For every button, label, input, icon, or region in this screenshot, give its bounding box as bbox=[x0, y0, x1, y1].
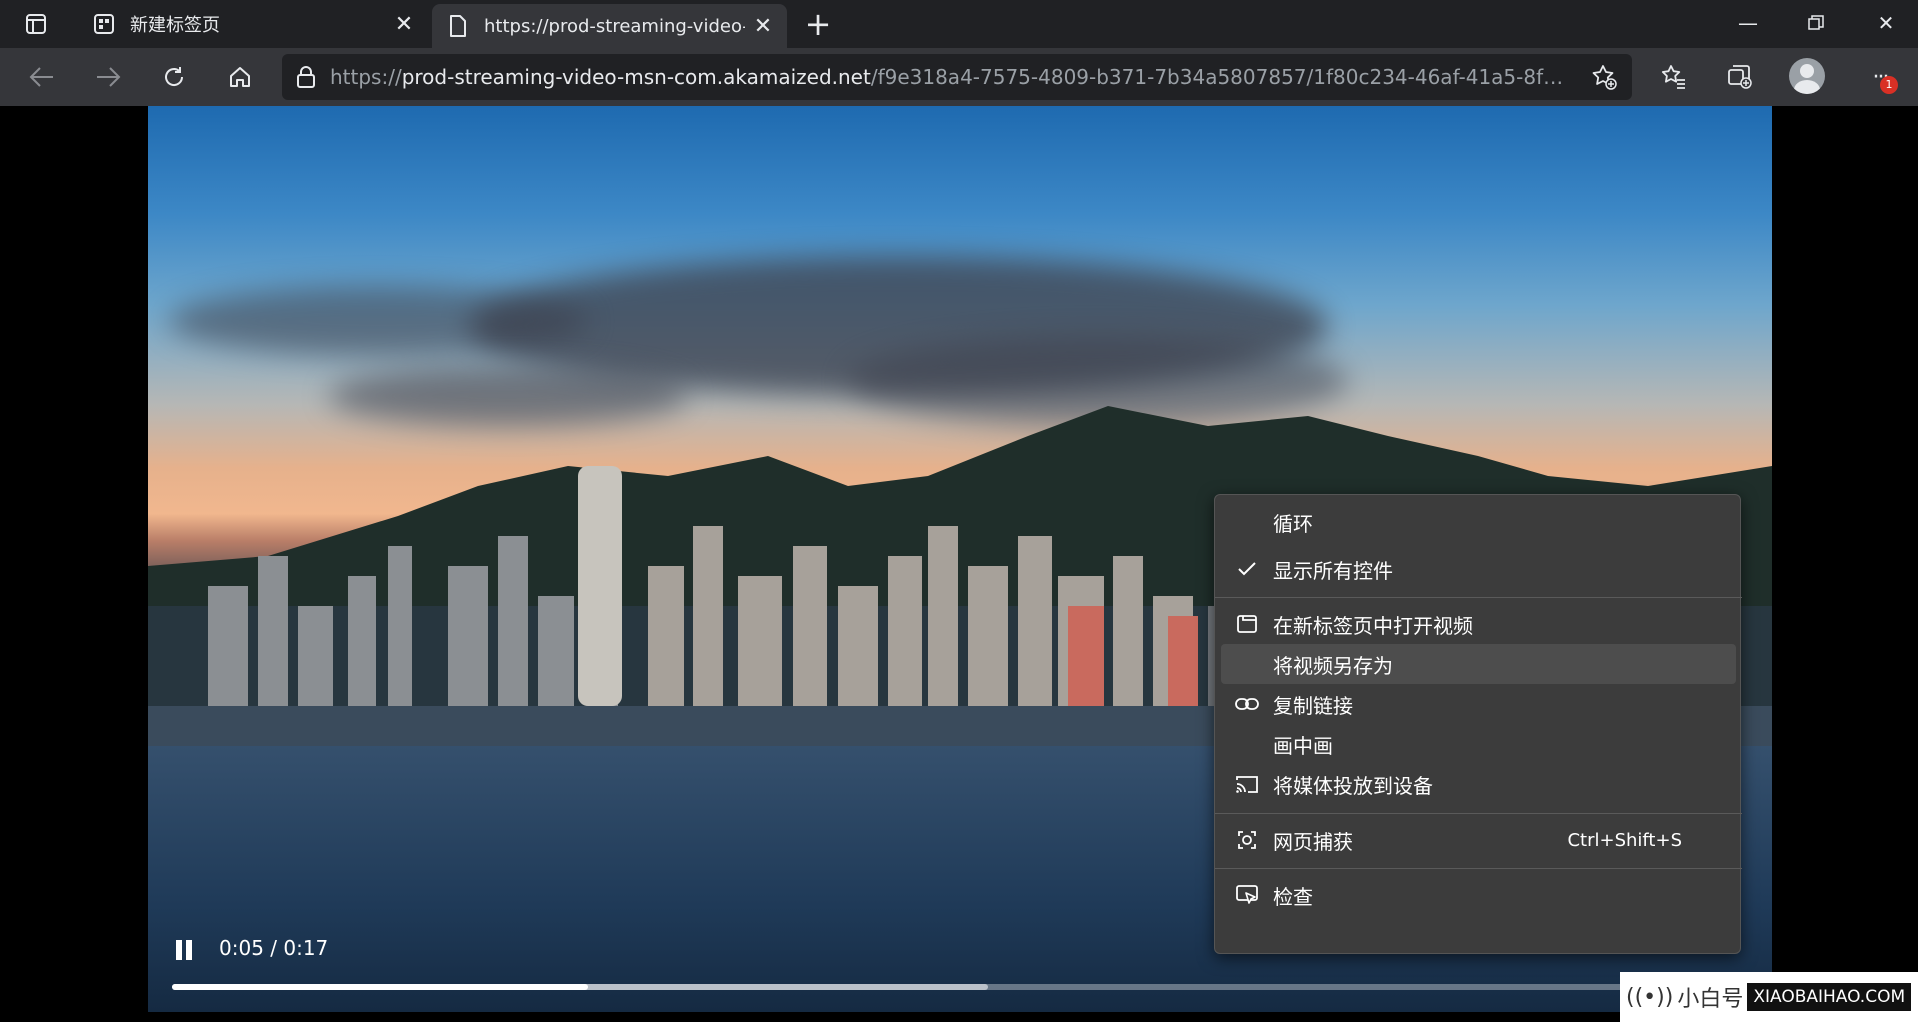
menu-item-loop[interactable]: 循环 bbox=[1221, 502, 1736, 542]
tab-title: 新建标签页 bbox=[130, 15, 220, 36]
lock-icon[interactable] bbox=[282, 65, 330, 89]
menu-item-label: 检查 bbox=[1273, 884, 1313, 909]
document-icon bbox=[446, 14, 470, 38]
address-bar[interactable]: https://prod-streaming-video-msn-com.aka… bbox=[282, 54, 1632, 100]
tab-close-icon[interactable]: ✕ bbox=[745, 8, 781, 44]
home-button[interactable] bbox=[220, 57, 260, 97]
add-favorite-icon[interactable] bbox=[1588, 61, 1620, 93]
open-tab-icon bbox=[1221, 613, 1273, 635]
menu-item-web-capture[interactable]: 网页捕获 Ctrl+Shift+S bbox=[1221, 820, 1736, 860]
restore-icon bbox=[1808, 15, 1824, 30]
forward-button[interactable] bbox=[88, 57, 128, 97]
menu-item-shortcut: Ctrl+Shift+S bbox=[1567, 829, 1682, 851]
menu-separator bbox=[1215, 868, 1742, 869]
menu-item-copy-link[interactable]: 复制链接 bbox=[1221, 684, 1736, 724]
close-window-button[interactable]: ✕ bbox=[1858, 0, 1914, 46]
link-icon bbox=[1221, 697, 1273, 711]
collections-icon bbox=[1728, 65, 1752, 89]
tab-new-tab[interactable]: 新建标签页 ✕ bbox=[78, 0, 428, 48]
tab-actions-button[interactable] bbox=[0, 0, 72, 48]
menu-item-picture-in-picture[interactable]: 画中画 bbox=[1221, 724, 1736, 764]
newtab-page-icon bbox=[92, 12, 116, 36]
restore-button[interactable] bbox=[1788, 0, 1844, 46]
seek-bar[interactable] bbox=[172, 984, 1772, 990]
menu-separator bbox=[1215, 597, 1742, 598]
url-host: prod-streaming-video-msn-com.akamaized.n… bbox=[401, 65, 871, 89]
menu-item-label: 循环 bbox=[1273, 511, 1313, 536]
time-display: 0:05 / 0:17 bbox=[219, 936, 329, 960]
watermark-brand: 小白号 bbox=[1677, 987, 1744, 1012]
menu-item-open-video-new-tab[interactable]: 在新标签页中打开视频 bbox=[1221, 604, 1736, 644]
url-path: /f9e318a4-7575-4809-b371-7b34a5807857/1f… bbox=[870, 65, 1570, 89]
tab-title: https://prod-streaming-video-m bbox=[484, 15, 745, 37]
played-bar bbox=[172, 984, 588, 990]
menu-item-label: 在新标签页中打开视频 bbox=[1273, 613, 1473, 638]
menu-item-show-all-controls[interactable]: 显示所有控件 bbox=[1221, 549, 1736, 589]
watermark-site: XIAOBAIHAO.COM bbox=[1747, 983, 1912, 1011]
watermark-logo: ((•)) 小白号 XIAOBAIHAO.COM bbox=[1620, 972, 1918, 1022]
menu-item-cast-media[interactable]: 将媒体投放到设备 bbox=[1221, 764, 1736, 804]
inspect-icon bbox=[1221, 884, 1273, 906]
check-icon bbox=[1221, 562, 1273, 576]
menu-item-inspect[interactable]: 检查 bbox=[1221, 875, 1736, 915]
profile-avatar[interactable] bbox=[1789, 58, 1825, 94]
collections-button[interactable] bbox=[1720, 57, 1760, 97]
back-button[interactable] bbox=[22, 57, 62, 97]
home-icon bbox=[230, 67, 250, 87]
forward-arrow-icon bbox=[97, 67, 121, 87]
tab-close-icon[interactable]: ✕ bbox=[386, 6, 422, 42]
favorites-button[interactable] bbox=[1654, 57, 1694, 97]
notification-badge: 1 bbox=[1880, 76, 1898, 94]
back-arrow-icon bbox=[29, 67, 53, 87]
favorites-icon bbox=[1661, 65, 1685, 89]
menu-separator bbox=[1215, 813, 1742, 814]
url-text[interactable]: https://prod-streaming-video-msn-com.aka… bbox=[330, 65, 1570, 89]
menu-item-label: 复制链接 bbox=[1273, 693, 1353, 718]
cast-icon bbox=[1221, 774, 1273, 794]
menu-item-label: 显示所有控件 bbox=[1273, 558, 1393, 583]
pause-button[interactable] bbox=[174, 940, 194, 962]
tower-shape bbox=[578, 466, 622, 706]
menu-item-save-video-as[interactable]: 将视频另存为 bbox=[1221, 644, 1736, 684]
tab-actions-icon bbox=[26, 14, 46, 34]
web-capture-icon bbox=[1221, 828, 1273, 852]
broadcast-icon: ((•)) bbox=[1626, 984, 1674, 1010]
menu-item-label: 将媒体投放到设备 bbox=[1273, 773, 1433, 798]
url-prefix: https:// bbox=[330, 65, 402, 89]
menu-item-label: 将视频另存为 bbox=[1273, 653, 1393, 678]
new-tab-button[interactable]: + bbox=[800, 8, 836, 44]
video-context-menu: 循环 显示所有控件 在新标签页中打开视频 将视频另存为 复制链接 画中画 将媒体… bbox=[1214, 494, 1742, 954]
menu-item-label: 画中画 bbox=[1273, 733, 1333, 758]
navigation-toolbar: https://prod-streaming-video-msn-com.aka… bbox=[0, 48, 1918, 106]
minimize-button[interactable]: — bbox=[1720, 0, 1776, 46]
tab-video[interactable]: https://prod-streaming-video-m ✕ bbox=[432, 4, 787, 48]
tab-bar: 新建标签页 ✕ https://prod-streaming-video-m ✕… bbox=[0, 0, 1918, 48]
refresh-button[interactable] bbox=[154, 57, 194, 97]
menu-item-label: 网页捕获 bbox=[1273, 829, 1353, 854]
cloud-shape bbox=[168, 286, 588, 356]
refresh-icon bbox=[165, 67, 184, 86]
